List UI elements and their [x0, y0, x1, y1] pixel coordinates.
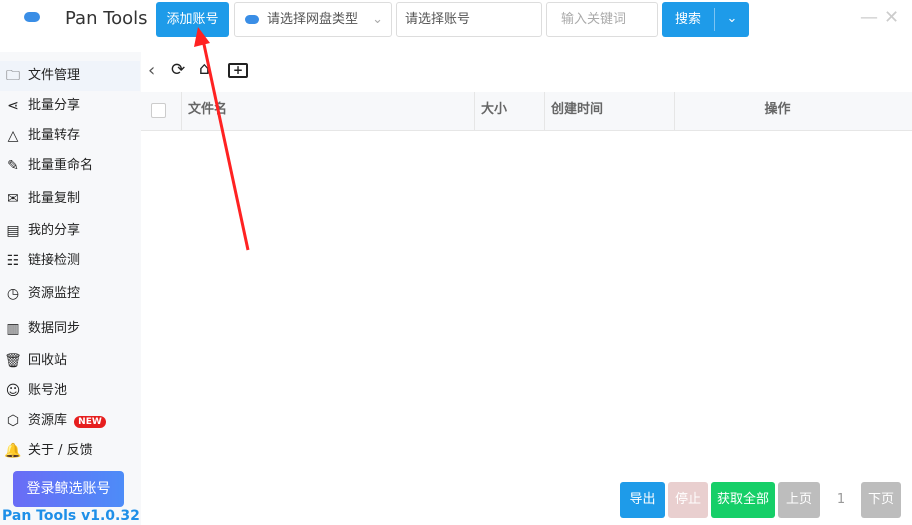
sidebar-item-label: 资源监控	[28, 286, 81, 301]
sidebar-item[interactable]: ⬡ 资源库 NEW	[0, 406, 140, 436]
close-button[interactable]: ✕	[884, 7, 899, 28]
sidebar-item-label: 批量重命名	[28, 158, 94, 173]
my-share-icon: ▤	[6, 223, 20, 239]
sidebar-item[interactable]: ▤ 我的分享	[0, 216, 140, 246]
chevron-down-icon: ⌄	[372, 12, 383, 27]
app-title: Pan Tools	[65, 8, 148, 29]
minimize-button[interactable]: —	[860, 7, 878, 28]
sidebar-item-label: 批量复制	[28, 191, 81, 206]
sidebar-item[interactable]: ◷ 资源监控	[0, 279, 140, 309]
sidebar-item-label: 账号池	[28, 383, 68, 398]
login-button[interactable]: 登录鲸选账号	[13, 471, 124, 507]
copy-icon: ✉	[7, 191, 19, 207]
sidebar-item[interactable]: ✉ 批量复制	[0, 184, 140, 214]
chevron-down-icon[interactable]: ⌄	[715, 2, 749, 35]
folder-icon: 🗀	[6, 68, 20, 84]
search-label: 搜索	[674, 12, 701, 27]
page-number[interactable]: 1	[822, 482, 860, 518]
sidebar-item-label: 批量转存	[28, 128, 81, 143]
sidebar-item-label: 回收站	[28, 353, 68, 368]
sidebar-item[interactable]: 🗀 文件管理	[0, 61, 140, 91]
sidebar-item-label: 关于 / 反馈	[28, 443, 93, 458]
keyword-input[interactable]: 输入关键词	[546, 2, 658, 37]
sidebar-item[interactable]: ☺ 账号池	[0, 376, 140, 406]
sidebar-item[interactable]: ▥ 数据同步	[0, 314, 140, 344]
col-created[interactable]: 创建时间	[544, 92, 674, 131]
library-icon: ⬡	[6, 413, 20, 429]
cloud-icon	[245, 15, 259, 24]
sidebar-item[interactable]: △ 批量转存	[0, 121, 140, 151]
sidebar-item-label: 文件管理	[28, 68, 81, 83]
sidebar-item-label: 资源库	[28, 413, 68, 428]
transfer-icon: △	[7, 128, 19, 144]
stop-button[interactable]: 停止	[668, 482, 708, 518]
select-all-checkbox[interactable]	[151, 103, 166, 118]
red-arrow-annotation	[194, 27, 250, 251]
sync-icon: ▥	[6, 321, 20, 337]
col-actions: 操作	[674, 92, 874, 131]
sidebar-item-label: 批量分享	[28, 98, 81, 113]
sidebar-item-label: 数据同步	[28, 321, 81, 336]
col-size[interactable]: 大小	[474, 92, 544, 131]
share-icon: ⋖	[7, 98, 19, 114]
disk-type-placeholder: 请选择网盘类型	[267, 12, 359, 27]
rename-icon: ✎	[7, 158, 19, 174]
sidebar-item[interactable]: ✎ 批量重命名	[0, 151, 140, 181]
account-placeholder: 请选择账号	[405, 12, 471, 27]
sidebar-item-label: 我的分享	[28, 223, 81, 238]
sidebar-item[interactable]: 🗑 回收站	[0, 346, 140, 376]
link-check-icon: ☷	[6, 253, 20, 269]
refresh-icon[interactable]: ⟳	[171, 60, 185, 80]
search-button[interactable]: 搜索 ⌄	[662, 2, 749, 37]
sidebar-item[interactable]: ☷ 链接检测	[0, 246, 140, 276]
next-page-button[interactable]: 下页	[861, 482, 901, 518]
account-pool-icon: ☺	[5, 383, 21, 399]
account-select[interactable]: 请选择账号	[396, 2, 542, 37]
fetch-all-button[interactable]: 获取全部	[711, 482, 775, 518]
back-icon[interactable]: ‹	[148, 60, 155, 81]
sidebar-item[interactable]: ⋖ 批量分享	[0, 91, 140, 121]
sidebar-item-label: 链接检测	[28, 253, 81, 268]
prev-page-button[interactable]: 上页	[778, 482, 820, 518]
bell-icon: 🔔	[4, 443, 22, 459]
new-badge: NEW	[74, 416, 106, 428]
trash-icon: 🗑	[4, 353, 22, 369]
version-label: Pan Tools v1.0.32	[2, 508, 140, 524]
logo-cloud-icon	[24, 12, 40, 22]
export-button[interactable]: 导出	[620, 482, 665, 518]
sidebar-item[interactable]: 🔔 关于 / 反馈	[0, 436, 140, 466]
monitor-icon: ◷	[6, 286, 20, 302]
